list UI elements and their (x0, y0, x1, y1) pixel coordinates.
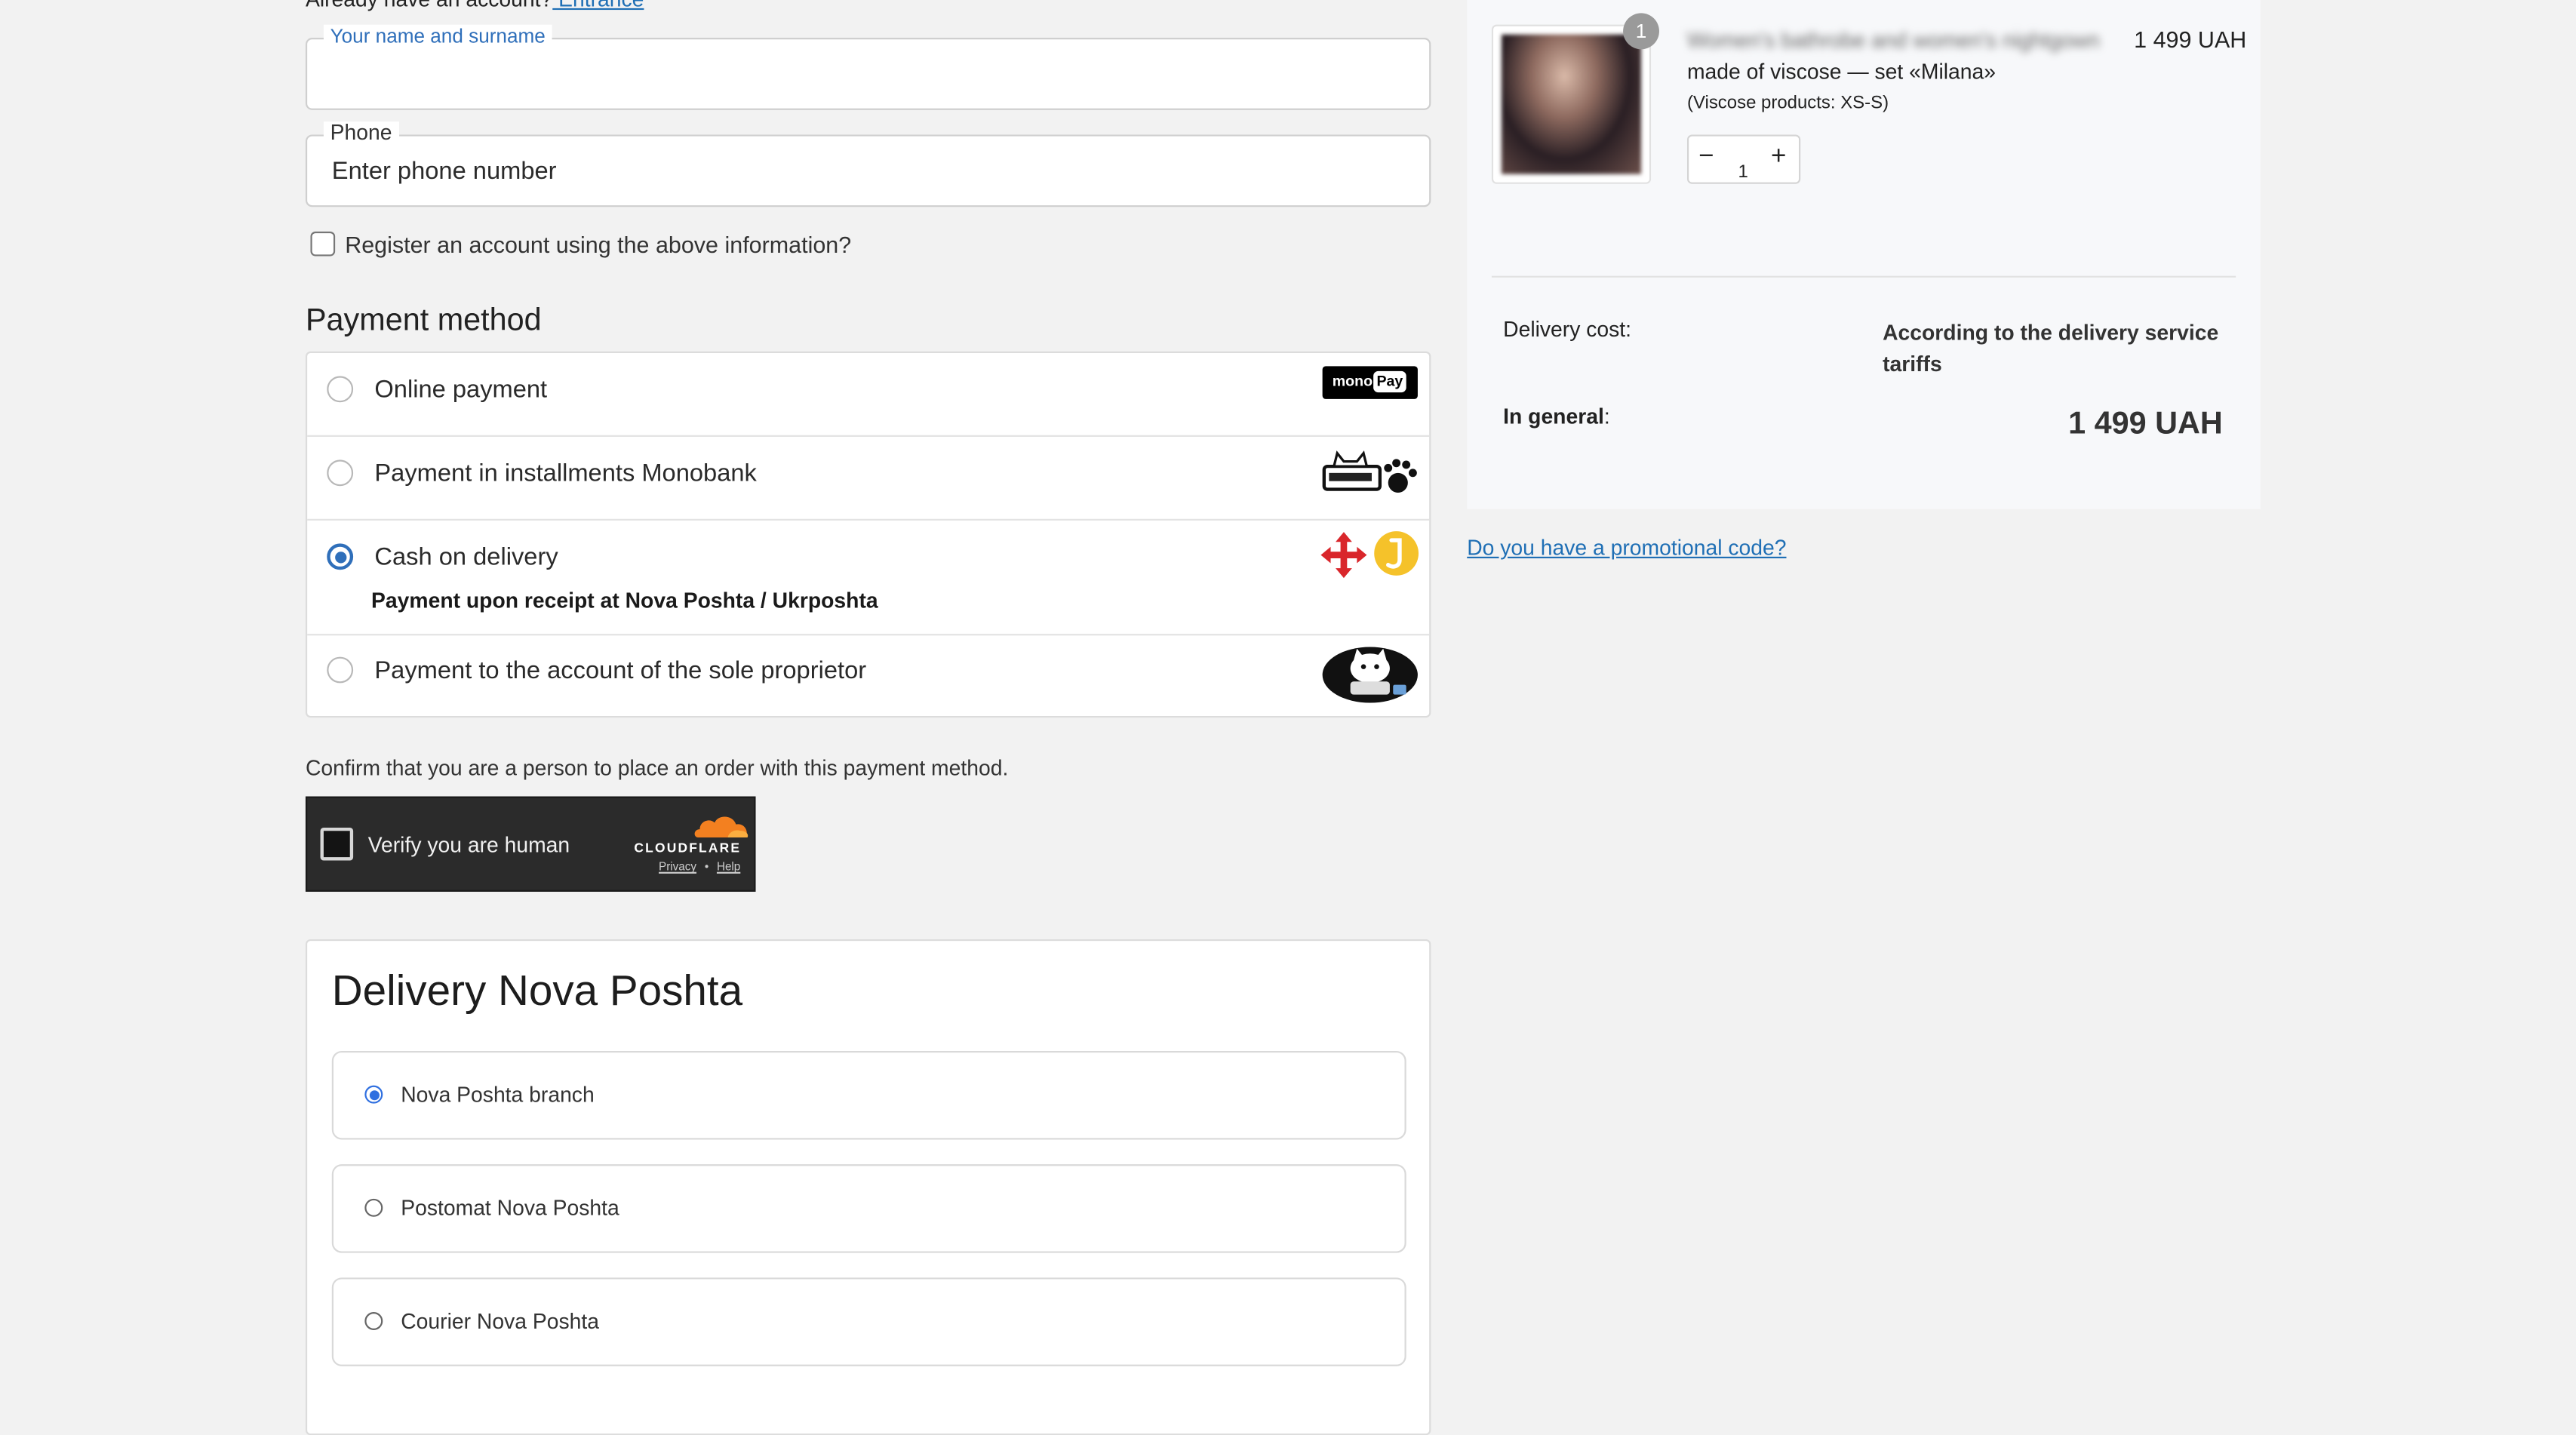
delivery-option-postomat[interactable]: Postomat Nova Poshta (331, 1164, 1406, 1253)
payment-radio-installments[interactable] (327, 459, 354, 487)
name-field[interactable]: Your name and surname (305, 24, 1431, 110)
delivery-section: Delivery Nova Poshta Nova Poshta branch … (305, 939, 1431, 1435)
product-thumbnail[interactable] (1491, 24, 1652, 184)
phone-field-placeholder: Enter phone number (331, 157, 557, 186)
payment-radio-sole-proprietor[interactable] (327, 656, 354, 684)
checkout-page: Already have an account? Entrance Your n… (0, 0, 2576, 1435)
verify-human-label[interactable]: Verify you are human (368, 832, 570, 857)
payment-options: Online payment mono Pay Payment in insta… (305, 351, 1431, 718)
delivery-radio-postomat[interactable] (364, 1198, 383, 1217)
cloudflare-help-link[interactable]: Help (717, 862, 740, 874)
verify-human-checkbox[interactable] (320, 827, 354, 861)
payment-label-sole-proprietor: Payment to the account of the sole propr… (374, 656, 867, 685)
payment-option-sole-proprietor[interactable]: Payment to the account of the sole propr… (307, 635, 1429, 716)
product-title-line1: Women's bathrobe and women's nightgown (1686, 28, 2100, 53)
delivery-label-courier: Courier Nova Poshta (401, 1308, 599, 1334)
total-label: In general: (1503, 404, 1610, 429)
quantity-decrease-button[interactable]: − (1698, 143, 1714, 172)
delivery-title: Delivery Nova Poshta (331, 965, 743, 1016)
delivery-radio-branch[interactable] (364, 1085, 383, 1104)
login-prompt-text: Already have an account? (306, 0, 552, 11)
payment-sublabel-cod: Payment upon receipt at Nova Poshta / Uk… (371, 588, 878, 613)
ukrposhta-logo (1374, 531, 1419, 576)
monobank-cat-logo (1322, 450, 1417, 493)
delivery-label-branch: Nova Poshta branch (401, 1082, 595, 1107)
phone-field-label: Phone (323, 121, 399, 145)
nova-poshta-logo (1320, 532, 1367, 579)
delivery-cost-label: Delivery cost: (1503, 317, 1632, 342)
login-prompt: Already have an account? Entrance (306, 0, 644, 11)
quantity-value[interactable]: 1 (1738, 162, 1748, 182)
register-account-label[interactable]: Register an account using the above info… (345, 232, 851, 258)
total-label-colon: : (1603, 404, 1610, 429)
phone-field[interactable]: Phone Enter phone number (305, 121, 1431, 207)
product-title-line2: made of viscose — set «Milana» (1686, 59, 1997, 85)
summary-divider (1491, 275, 2236, 278)
captcha-confirm-text: Confirm that you are a person to place a… (305, 755, 1009, 780)
product-image (1501, 34, 1642, 174)
cloudflare-cloud-icon (694, 816, 749, 838)
cat-banker-logo (1322, 647, 1418, 703)
mono-pay-logo: mono Pay (1322, 366, 1418, 399)
cloudflare-brand: CLOUDFLARE (634, 840, 742, 856)
product-price: 1 499 UAH (2134, 26, 2247, 53)
quantity-badge: 1 (1623, 13, 1659, 50)
payment-option-cod[interactable]: Cash on delivery Payment upon receipt at… (307, 521, 1430, 636)
cloudflare-privacy-link[interactable]: Privacy (659, 862, 696, 874)
register-account-checkbox[interactable] (310, 231, 336, 257)
cloudflare-links: Privacy • Help (659, 862, 740, 874)
payment-label-online: Online payment (374, 376, 548, 404)
quantity-stepper: − 1 + (1686, 134, 1801, 184)
payment-radio-cod[interactable] (327, 543, 354, 570)
name-field-label: Your name and surname (323, 24, 552, 48)
order-summary: 1 Women's bathrobe and women's nightgown… (1467, 0, 2261, 509)
cloudflare-link-separator: • (704, 862, 709, 874)
payment-label-installments: Payment in installments Monobank (374, 459, 757, 488)
quantity-increase-button[interactable]: + (1771, 143, 1786, 172)
delivery-label-postomat: Postomat Nova Poshta (401, 1195, 619, 1221)
delivery-cost-value: According to the delivery service tariff… (1883, 320, 2219, 376)
entrance-link[interactable]: Entrance (552, 0, 644, 11)
payment-option-installments[interactable]: Payment in installments Monobank (307, 437, 1430, 521)
promo-code-link[interactable]: Do you have a promotional code? (1467, 536, 1786, 561)
product-variant: (Viscose products: XS-S) (1686, 94, 1889, 114)
payment-label-cod: Cash on delivery (374, 543, 558, 572)
payment-radio-online[interactable] (327, 376, 354, 403)
delivery-option-courier[interactable]: Courier Nova Poshta (331, 1277, 1406, 1366)
payment-option-online[interactable]: Online payment mono Pay (307, 353, 1430, 437)
mono-pay-logo-text: mono (1332, 373, 1373, 389)
mono-pay-logo-badge: Pay (1373, 370, 1406, 393)
total-value: 1 499 UAH (2068, 407, 2223, 442)
cloudflare-captcha-widget: Verify you are human CLOUDFLARE Privacy … (305, 796, 756, 892)
payment-method-title: Payment method (305, 303, 542, 339)
delivery-radio-courier[interactable] (364, 1312, 383, 1330)
delivery-option-branch[interactable]: Nova Poshta branch (331, 1050, 1406, 1140)
total-label-text: In general (1503, 404, 1604, 429)
